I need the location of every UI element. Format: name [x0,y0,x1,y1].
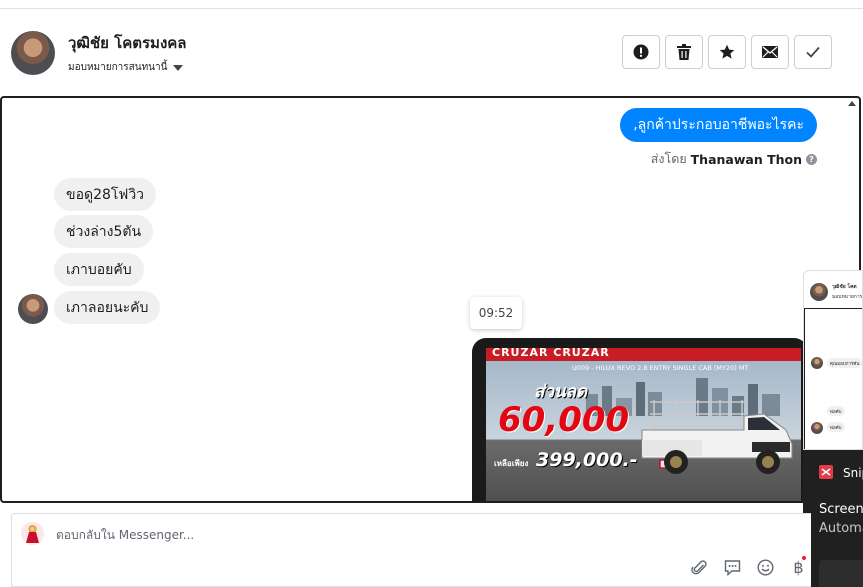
envelope-icon [762,46,778,58]
reply-composer: ฿ [11,513,811,587]
attach-button[interactable] [690,558,709,577]
saved-replies-button[interactable] [723,558,742,577]
overlay-avatar [811,357,823,369]
sent-by-prefix: ส่งโดย [650,151,687,166]
sent-by-name: Thanawan Thon [690,151,802,167]
alert-circle-icon [633,44,649,60]
composer-tools: ฿ [690,558,808,577]
image-top-text: CRUZAR CRUZAR [492,348,610,359]
snip-line-1: Screens [819,502,863,517]
mark-spam-button[interactable] [622,35,660,69]
incoming-message[interactable]: ขอดู28โฟวิว [54,178,157,211]
contact-name[interactable]: วุฒิชัย โคตรมงคล [68,31,187,55]
message-thread[interactable]: ,ลูกค้าประกอบอาชีพอะไรคะ ส่งโดย Thanawan… [0,96,861,503]
star-icon [719,44,735,59]
baht-icon: ฿ [793,558,804,577]
page-logo-icon [26,525,39,543]
star-button[interactable] [708,35,746,69]
overlay-bubble: พ่อคับ [827,422,845,432]
payment-button[interactable]: ฿ [789,558,808,577]
car-promo-image: CRUZAR CRUZAR U009 - HILUX REVO 2.8 ENTR… [486,348,801,501]
snip-action-button[interactable] [819,560,863,587]
paperclip-icon [691,560,707,575]
snip-line-2: Automa [819,521,863,536]
reply-input[interactable] [56,528,656,542]
image-attachment[interactable]: CRUZAR CRUZAR U009 - HILUX REVO 2.8 ENTR… [472,338,808,501]
incoming-message[interactable]: เภาลอยนะคับ [54,291,161,324]
image-price-label: เหลือเพียง [494,459,529,468]
smiley-icon [757,559,774,576]
overlay-screenshot-thumbnail[interactable]: วุฒิชัย โคต มอบหมายการ คุณมอบการคัน พ่อค… [803,270,863,450]
snip-title: Snip [843,466,863,480]
mark-done-button[interactable] [794,35,832,69]
overlay-name: วุฒิชัย โคต [832,284,857,290]
image-discount-value: 60,000 [498,400,630,440]
outgoing-message[interactable]: ,ลูกค้าประกอบอาชีพอะไรคะ [620,108,817,142]
header-actions [622,35,832,69]
help-icon[interactable]: ? [806,153,817,165]
sent-by-label: ส่งโดย Thanawan Thon ? [651,149,817,169]
speech-bubble-icon [724,560,741,576]
conversation-header: วุฒิชัย โคตรมงคล มอบหมายการสนทนานี้ [0,9,863,96]
check-icon [806,46,820,58]
assign-conversation-dropdown[interactable]: มอบหมายการสนทนานี้ [68,60,184,75]
snip-notification[interactable]: Snip Screens Automa [803,450,863,587]
assign-label: มอบหมายการสนทนานี้ [68,62,168,73]
page-avatar [21,522,44,545]
overlay-bubble: คุณมอบการคัน [827,358,862,368]
overlay-avatar [811,422,823,434]
image-price-value: 399,000.- [536,449,638,471]
notification-dot [802,556,806,560]
overlay-sub: มอบหมายการ [832,294,863,300]
mark-unread-button[interactable] [751,35,789,69]
delete-button[interactable] [665,35,703,69]
trash-icon [677,44,691,60]
contact-avatar[interactable] [11,31,55,75]
sender-avatar [18,294,48,324]
overlay-bubble: พ่อคับ [827,406,845,416]
image-model-text: U009 - HILUX REVO 2.8 ENTRY SINGLE CAB (… [572,364,749,372]
incoming-message[interactable]: เภาบอยคับ [54,253,144,286]
snip-app-icon [819,465,833,479]
scroll-up-arrow-icon[interactable] [848,101,856,106]
timestamp-tooltip: 09:52 [470,297,522,329]
overlay-thread: คุณมอบการคัน พ่อคับ พ่อคับ [804,308,862,449]
overlay-avatar [810,283,828,301]
pickup-truck-graphic [641,400,793,474]
incoming-message[interactable]: ช่วงล่าง5ตัน [54,215,154,248]
emoji-button[interactable] [756,558,775,577]
caret-down-icon [173,64,184,71]
